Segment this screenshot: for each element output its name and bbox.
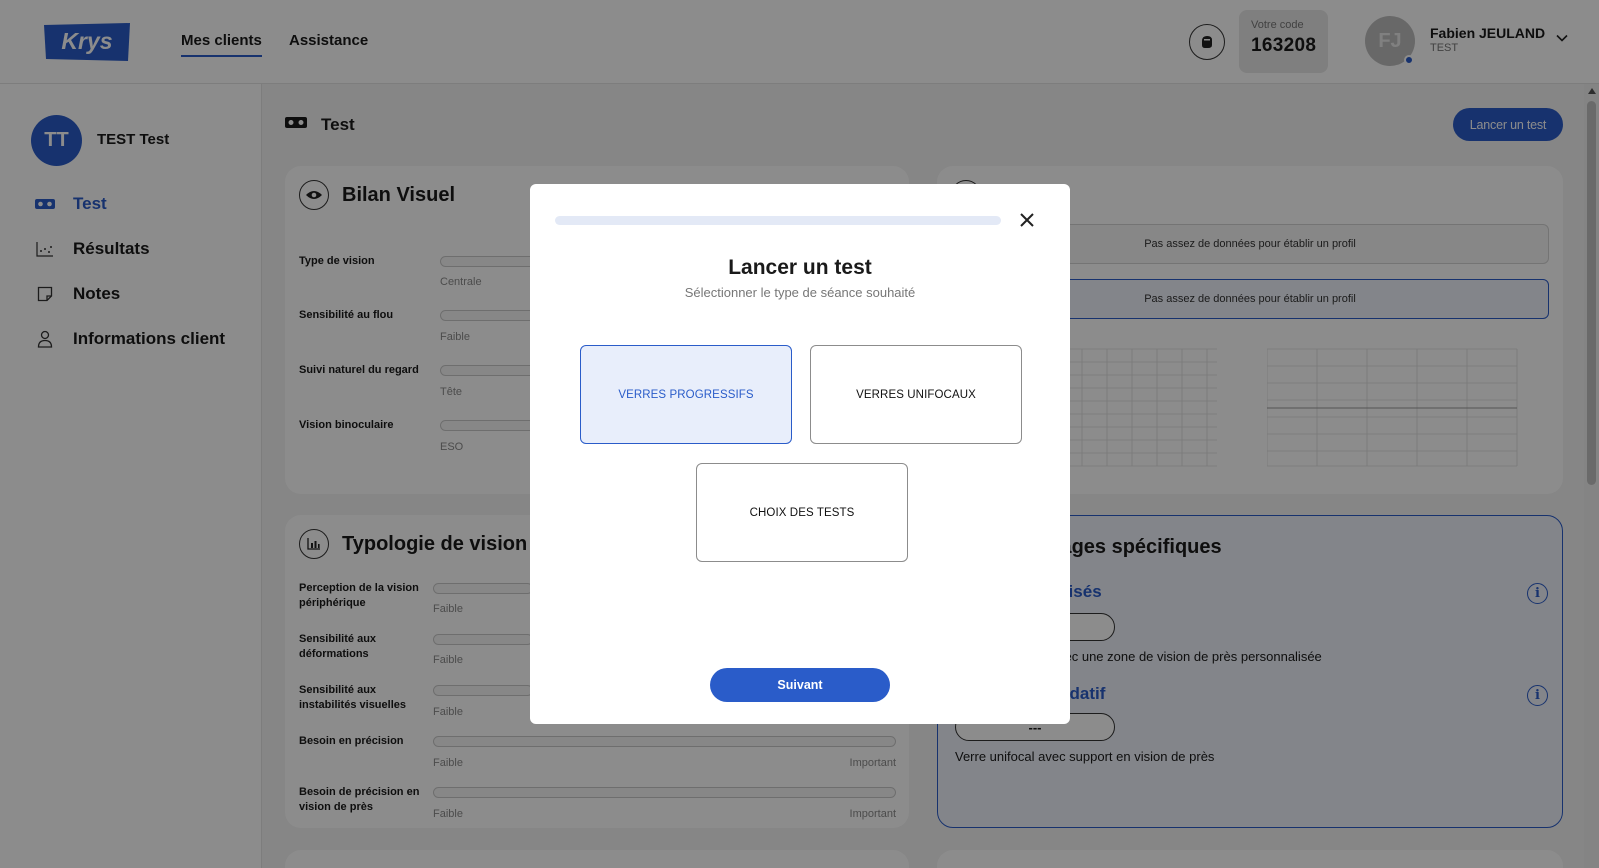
modal-progress-track bbox=[555, 216, 1001, 225]
launch-test-modal: Lancer un test Sélectionner le type de s… bbox=[530, 184, 1070, 724]
modal-title: Lancer un test bbox=[728, 256, 872, 279]
choice-choix-des-tests[interactable]: CHOIX DES TESTS bbox=[696, 463, 908, 562]
close-icon[interactable] bbox=[1015, 208, 1039, 232]
choice-verres-progressifs[interactable]: VERRES PROGRESSIFS bbox=[580, 345, 792, 444]
next-button[interactable]: Suivant bbox=[710, 668, 890, 702]
choice-verres-unifocaux[interactable]: VERRES UNIFOCAUX bbox=[810, 345, 1022, 444]
modal-subtitle: Sélectionner le type de séance souhaité bbox=[684, 285, 916, 300]
